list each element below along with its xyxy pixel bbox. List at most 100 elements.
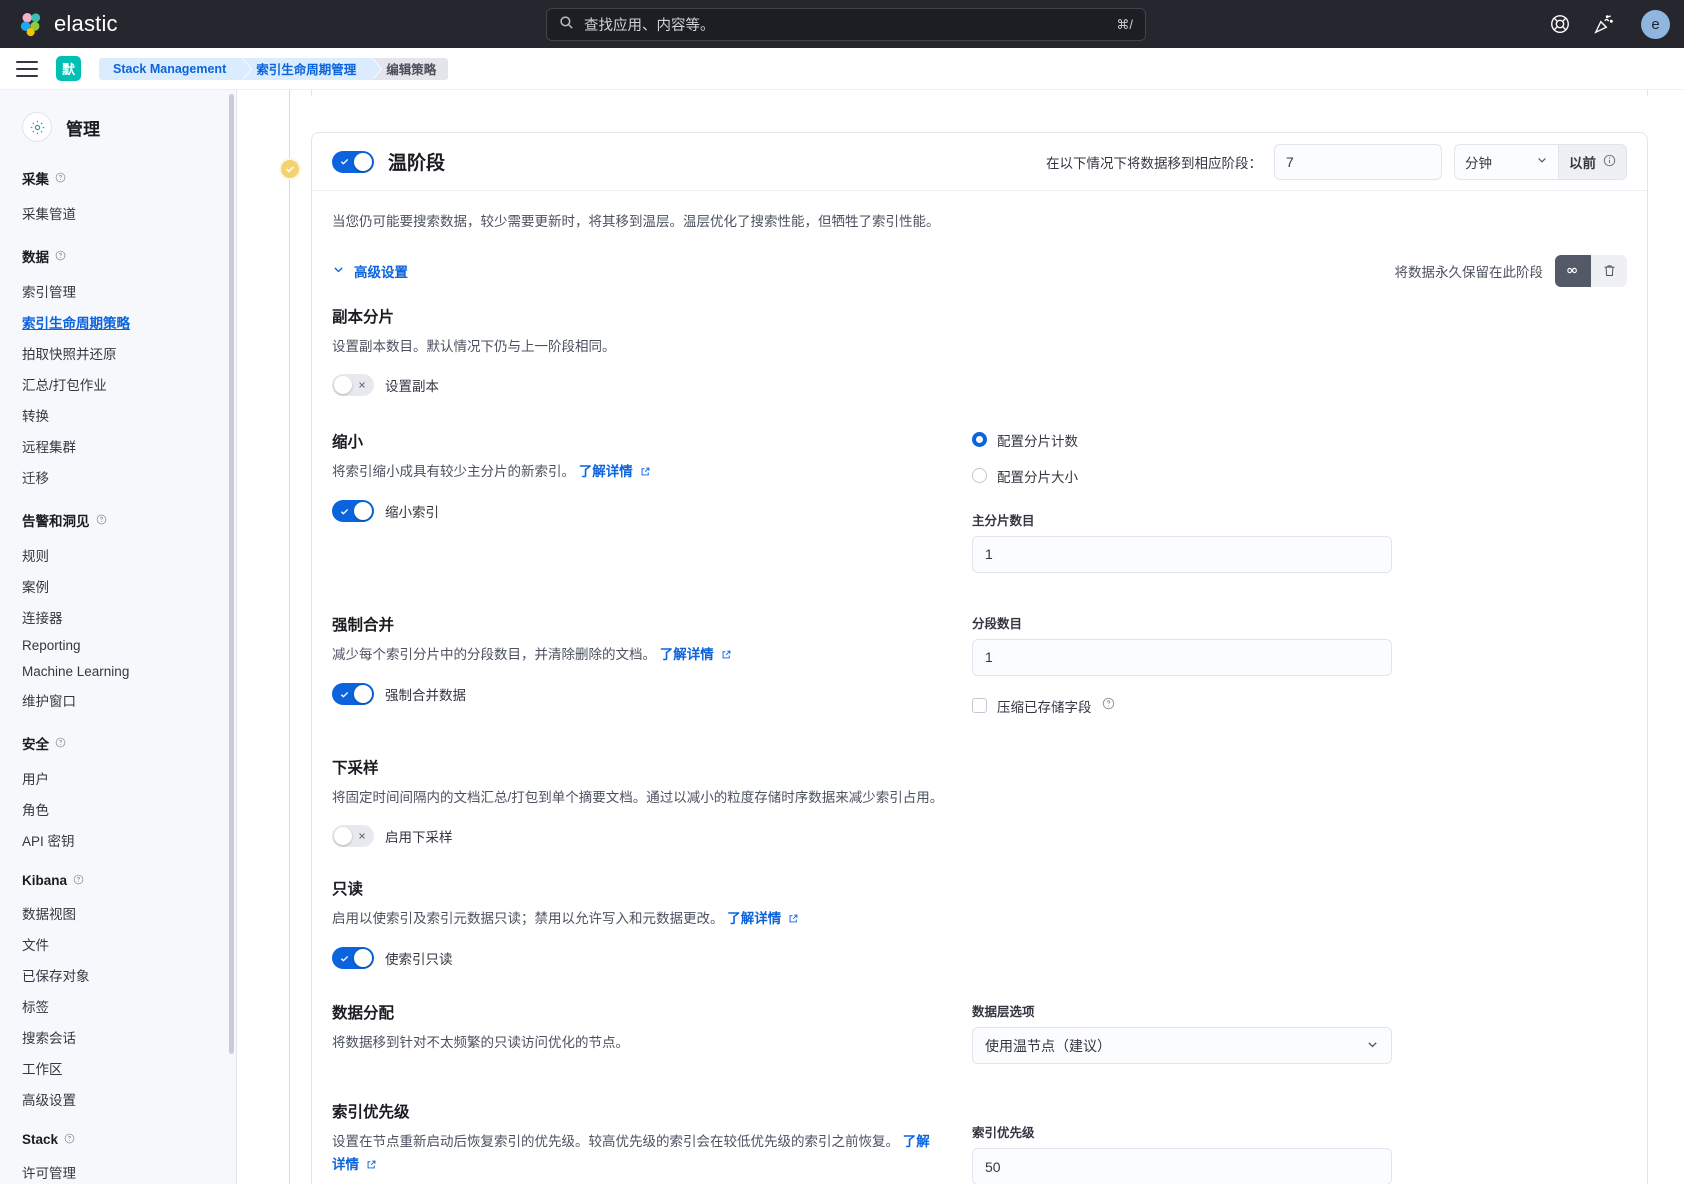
question-circle-icon[interactable] bbox=[1102, 697, 1115, 715]
sidebar-group-label: 采集 bbox=[22, 172, 49, 187]
shrink-index-label: 缩小索引 bbox=[385, 505, 439, 521]
trash-icon[interactable] bbox=[1591, 254, 1627, 287]
sidebar-item-license-management[interactable]: 许可管理 bbox=[0, 1156, 236, 1184]
sidebar-item-reporting[interactable]: Reporting bbox=[0, 632, 236, 658]
sidebar-item-api-keys[interactable]: API 密钥 bbox=[0, 824, 236, 855]
priority-title: 索引优先级 bbox=[332, 1104, 410, 1122]
cross-icon bbox=[352, 374, 372, 396]
sidebar-item-roles[interactable]: 角色 bbox=[0, 793, 236, 824]
forcemerge-data-toggle[interactable] bbox=[332, 683, 374, 706]
shard-size-radio[interactable] bbox=[972, 468, 987, 484]
question-circle-icon[interactable] bbox=[55, 249, 66, 264]
sidebar-item-index-lifecycle-policies[interactable]: 索引生命周期策略 bbox=[0, 306, 236, 337]
phase-timeline-rail bbox=[289, 90, 290, 1184]
sidebar-item-remote-clusters[interactable]: 远程集群 bbox=[0, 430, 236, 461]
forcemerge-learn-more-link[interactable]: 了解详情 bbox=[660, 647, 714, 662]
sidebar-item-cases[interactable]: 案例 bbox=[0, 570, 236, 601]
cross-icon bbox=[352, 825, 372, 847]
warm-phase-header: 温阶段 在以下情况下将数据移到相应阶段： 分钟 以前 bbox=[312, 133, 1647, 191]
search-shortcut-badge: ⌘/ bbox=[1116, 16, 1133, 32]
sidebar-item-advanced-settings[interactable]: 高级设置 bbox=[0, 1083, 236, 1114]
priority-left: 索引优先级 设置在节点重新启动后恢复索引的优先级。较高优先级的索引会在较低优先级… bbox=[332, 1100, 972, 1184]
check-icon bbox=[334, 947, 354, 969]
readonly-desc: 启用以使索引及索引元数据只读；禁用以允许写入和元数据更改。 bbox=[332, 911, 724, 927]
sidebar-item-maintenance-windows[interactable]: 维护窗口 bbox=[0, 684, 236, 715]
user-avatar[interactable]: e bbox=[1641, 9, 1670, 39]
advanced-settings-toggle[interactable]: 高级设置 bbox=[332, 261, 408, 281]
sidebar-item-saved-objects[interactable]: 已保存对象 bbox=[0, 959, 236, 990]
breadcrumb-item-edit-policy: 编辑策略 bbox=[372, 57, 449, 80]
retention-label: 将数据永久保留在此阶段 bbox=[1394, 264, 1544, 280]
elastic-brand[interactable]: elastic bbox=[18, 11, 118, 38]
warm-phase-enable-toggle[interactable] bbox=[332, 150, 374, 173]
index-priority-section: 索引优先级 设置在节点重新启动后恢复索引的优先级。较高优先级的索引会在较低优先级… bbox=[332, 1100, 1627, 1184]
search-input[interactable]: 查找应用、内容等。 bbox=[584, 14, 1106, 35]
advanced-settings-row: 高级设置 将数据永久保留在此阶段 bbox=[332, 254, 1627, 287]
breadcrumb-item-ilm[interactable]: 索引生命周期管理 bbox=[242, 57, 383, 80]
sidebar-item-spaces[interactable]: 工作区 bbox=[0, 1052, 236, 1083]
best-compression-row[interactable]: 压缩已存储字段 bbox=[972, 696, 1392, 716]
sidebar-item-migrations[interactable]: 迁移 bbox=[0, 461, 236, 492]
shrink-index-toggle[interactable] bbox=[332, 500, 374, 523]
question-circle-icon[interactable] bbox=[73, 873, 84, 888]
sidebar-item-data-views[interactable]: 数据视图 bbox=[0, 897, 236, 928]
best-compression-checkbox[interactable] bbox=[972, 698, 987, 714]
question-circle-icon[interactable] bbox=[55, 171, 66, 186]
sidebar-item-users[interactable]: 用户 bbox=[0, 762, 236, 793]
sidebar-scrollbar[interactable] bbox=[229, 94, 234, 1054]
breadcrumb-item-stack-management[interactable]: Stack Management bbox=[99, 57, 253, 80]
sidebar-item-rollup-jobs[interactable]: 汇总/打包作业 bbox=[0, 368, 236, 399]
question-circle-icon[interactable] bbox=[55, 736, 66, 751]
set-replicas-toggle[interactable] bbox=[332, 373, 374, 396]
sidebar-group-heading: 采集 bbox=[0, 168, 236, 188]
infinity-icon[interactable] bbox=[1555, 254, 1591, 287]
sidebar-item-tags[interactable]: 标签 bbox=[0, 990, 236, 1021]
phase-timing-input[interactable] bbox=[1274, 143, 1442, 180]
sidebar-item-connectors[interactable]: 连接器 bbox=[0, 601, 236, 632]
shard-size-radio-row[interactable]: 配置分片大小 bbox=[972, 466, 1392, 486]
sidebar-item-index-management[interactable]: 索引管理 bbox=[0, 275, 236, 306]
make-index-readonly-toggle[interactable] bbox=[332, 947, 374, 970]
readonly-desc-wrap: 启用以使索引及索引元数据只读；禁用以允许写入和元数据更改。 了解详情 bbox=[332, 908, 1002, 931]
downsample-desc: 将固定时间间隔内的文档汇总/打包到单个摘要文档。通过以减小的粒度存储时序数据来减… bbox=[332, 789, 944, 805]
sidebar-group-heading: 安全 bbox=[0, 733, 236, 753]
sidebar-item-machine-learning[interactable]: Machine Learning bbox=[0, 658, 236, 684]
toggle-knob bbox=[334, 375, 352, 394]
global-search-bar[interactable]: 查找应用、内容等。 ⌘/ bbox=[546, 8, 1146, 41]
space-badge[interactable]: 默 bbox=[56, 56, 81, 81]
enable-downsample-toggle[interactable] bbox=[332, 825, 374, 848]
lifebuoy-icon[interactable] bbox=[1549, 13, 1571, 35]
menu-hamburger-icon[interactable] bbox=[16, 60, 38, 77]
segments-input[interactable] bbox=[972, 638, 1392, 676]
downsample-right bbox=[1032, 756, 1452, 847]
sidebar-item-files[interactable]: 文件 bbox=[0, 928, 236, 959]
unit-select-value: 分钟 bbox=[1465, 155, 1492, 171]
sidebar-item-search-sessions[interactable]: 搜索会话 bbox=[0, 1021, 236, 1052]
sidebar-item-transforms[interactable]: 转换 bbox=[0, 399, 236, 430]
sidebar-item-rules[interactable]: 规则 bbox=[0, 539, 236, 570]
breadcrumb: Stack Management 索引生命周期管理 编辑策略 bbox=[99, 57, 449, 80]
question-circle-icon[interactable] bbox=[64, 1132, 75, 1147]
sidebar-group-heading: 告警和洞见 bbox=[0, 510, 236, 530]
shrink-toggle-row: 缩小索引 bbox=[332, 500, 942, 523]
sidebar-group-heading: 数据 bbox=[0, 246, 236, 266]
data-tier-select[interactable]: 使用温节点（建议） bbox=[972, 1027, 1392, 1065]
phase-timing-unit-select[interactable]: 分钟 bbox=[1454, 143, 1558, 180]
sidebar-item-ingest-pipelines[interactable]: 采集管道 bbox=[0, 197, 236, 228]
replicas-toggle-row: 设置副本 bbox=[332, 373, 942, 396]
shard-count-radio-row[interactable]: 配置分片计数 bbox=[972, 430, 1392, 450]
sidebar-group-label: Kibana bbox=[22, 873, 68, 888]
sidebar-header: 管理 bbox=[0, 112, 236, 142]
shrink-learn-more-link[interactable]: 了解详情 bbox=[579, 464, 633, 479]
readonly-learn-more-link[interactable]: 了解详情 bbox=[727, 911, 781, 926]
priority-field: 索引优先级 bbox=[972, 1122, 1392, 1184]
info-circle-icon[interactable] bbox=[1603, 154, 1616, 170]
data-tier-value: 使用温节点（建议） bbox=[985, 1037, 1111, 1054]
question-circle-icon[interactable] bbox=[96, 513, 107, 528]
primary-shards-input[interactable] bbox=[972, 535, 1392, 573]
shard-count-radio[interactable] bbox=[972, 432, 987, 448]
priority-input[interactable] bbox=[972, 1148, 1392, 1184]
sidebar-item-snapshot-restore[interactable]: 拍取快照并还原 bbox=[0, 337, 236, 368]
forcemerge-desc-wrap: 减少每个索引分片中的分段数目，并清除删除的文档。 了解详情 bbox=[332, 644, 942, 667]
party-popper-icon[interactable] bbox=[1593, 13, 1615, 35]
